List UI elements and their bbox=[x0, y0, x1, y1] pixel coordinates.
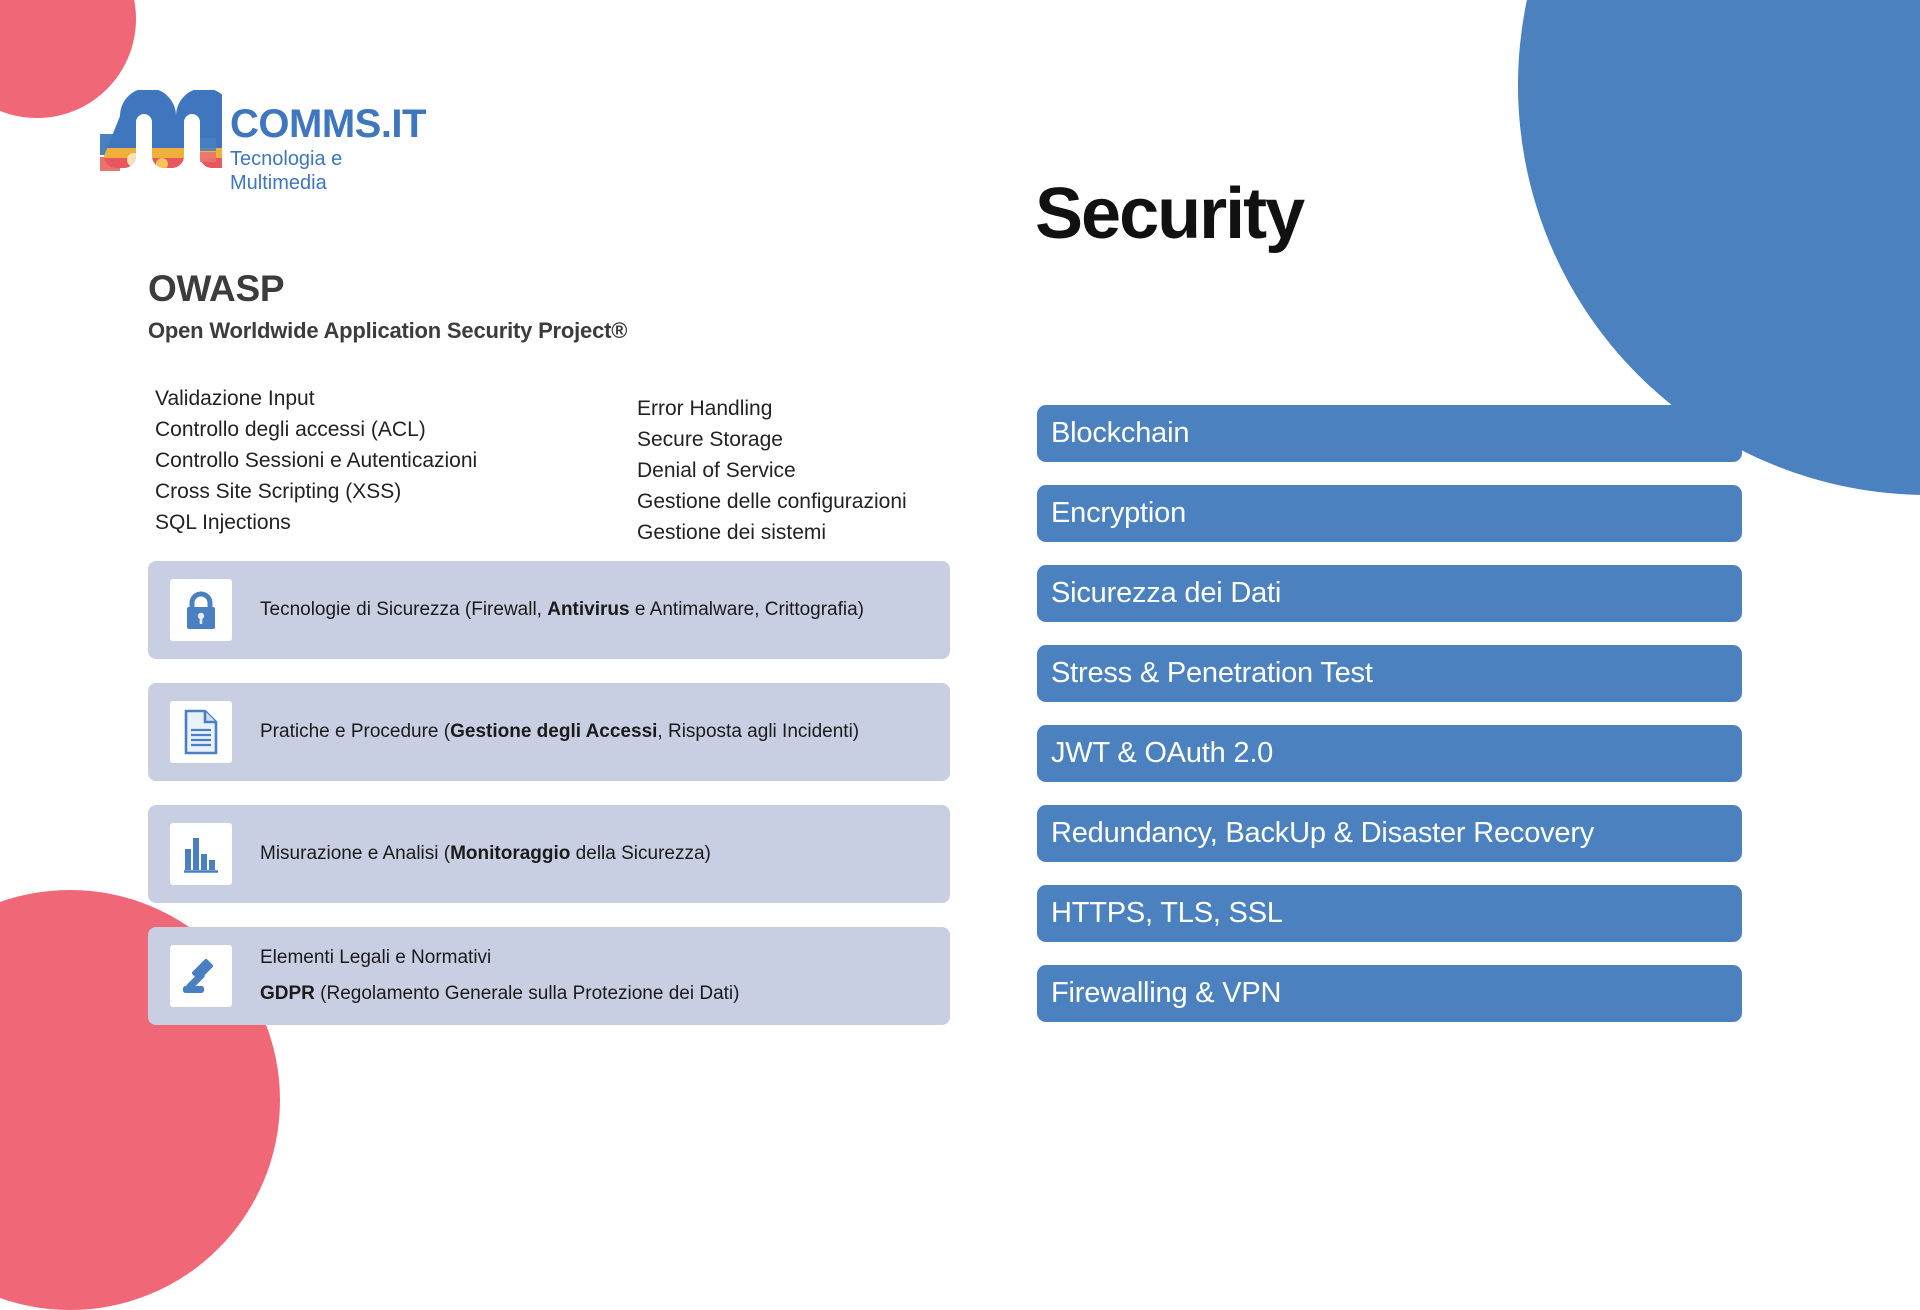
feature-card-text: Misurazione e Analisi (Monitoraggio dell… bbox=[260, 840, 711, 868]
security-topic-list: Blockchain Encryption Sicurezza dei Dati… bbox=[1037, 405, 1742, 1045]
security-topic-bar[interactable]: Redundancy, BackUp & Disaster Recovery bbox=[1037, 805, 1742, 862]
feature-card-line: Misurazione e Analisi (Monitoraggio dell… bbox=[260, 843, 711, 864]
feature-card-text: Elementi Legali e Normativi GDPR (Regola… bbox=[260, 944, 739, 1008]
company-logo: COMMS.IT Tecnologia e Multimedia bbox=[100, 90, 430, 194]
security-topic-bar[interactable]: Blockchain bbox=[1037, 405, 1742, 462]
security-topic-bar[interactable]: Firewalling & VPN bbox=[1037, 965, 1742, 1022]
owasp-topics-left-column: Validazione Input Controllo degli access… bbox=[155, 383, 477, 538]
feature-card: Elementi Legali e Normativi GDPR (Regola… bbox=[148, 927, 950, 1025]
security-feature-cards: Tecnologie di Sicurezza (Firewall, Antiv… bbox=[148, 561, 950, 1049]
owasp-topic-item: SQL Injections bbox=[155, 511, 291, 534]
logo-tagline: Tecnologia e Multimedia bbox=[230, 148, 343, 194]
padlock-icon bbox=[170, 579, 232, 641]
feature-card-text: Pratiche e Procedure (Gestione degli Acc… bbox=[260, 718, 859, 746]
feature-card-line: Pratiche e Procedure (Gestione degli Acc… bbox=[260, 721, 860, 742]
feature-card-line: GDPR (Regolamento Generale sulla Protezi… bbox=[260, 983, 740, 1004]
owasp-topic-item: Validazione Input bbox=[155, 387, 315, 410]
owasp-topic-item: Cross Site Scripting (XSS) bbox=[155, 480, 402, 503]
feature-card: Pratiche e Procedure (Gestione degli Acc… bbox=[148, 683, 950, 781]
security-topic-bar[interactable]: Stress & Penetration Test bbox=[1037, 645, 1742, 702]
document-icon bbox=[170, 701, 232, 763]
logo-text-block: COMMS.IT Tecnologia e Multimedia bbox=[230, 90, 430, 195]
owasp-topics-right-column: Error Handling Secure Storage Denial of … bbox=[637, 393, 907, 548]
owasp-topic-item: Secure Storage bbox=[637, 428, 783, 451]
feature-card-line: Tecnologie di Sicurezza (Firewall, Antiv… bbox=[260, 599, 865, 620]
feature-card-text: Tecnologie di Sicurezza (Firewall, Antiv… bbox=[260, 596, 864, 624]
page-title: Security bbox=[1035, 174, 1305, 254]
security-topic-bar[interactable]: Sicurezza dei Dati bbox=[1037, 565, 1742, 622]
feature-card: Tecnologie di Sicurezza (Firewall, Antiv… bbox=[148, 561, 950, 659]
owasp-topic-item: Gestione dei sistemi bbox=[637, 521, 827, 544]
comms-it-logo-mark bbox=[100, 90, 222, 178]
owasp-topic-item: Gestione delle configurazioni bbox=[637, 490, 907, 513]
owasp-subtitle: Open Worldwide Application Security Proj… bbox=[148, 318, 628, 343]
feature-card: Misurazione e Analisi (Monitoraggio dell… bbox=[148, 805, 950, 903]
bar-chart-icon bbox=[170, 823, 232, 885]
security-topic-bar[interactable]: HTTPS, TLS, SSL bbox=[1037, 885, 1742, 942]
owasp-topic-item: Controllo Sessioni e Autenticazioni bbox=[155, 449, 478, 472]
owasp-topic-item: Controllo degli accessi (ACL) bbox=[155, 418, 426, 441]
logo-wordmark: COMMS.IT bbox=[230, 102, 426, 146]
owasp-topic-item: Error Handling bbox=[637, 397, 773, 420]
security-topic-bar[interactable]: Encryption bbox=[1037, 485, 1742, 542]
owasp-topic-item: Denial of Service bbox=[637, 459, 796, 482]
feature-card-line: Elementi Legali e Normativi bbox=[260, 947, 492, 968]
security-topic-bar[interactable]: JWT & OAuth 2.0 bbox=[1037, 725, 1742, 782]
owasp-title: OWASP bbox=[148, 268, 285, 309]
gavel-icon bbox=[170, 945, 232, 1007]
